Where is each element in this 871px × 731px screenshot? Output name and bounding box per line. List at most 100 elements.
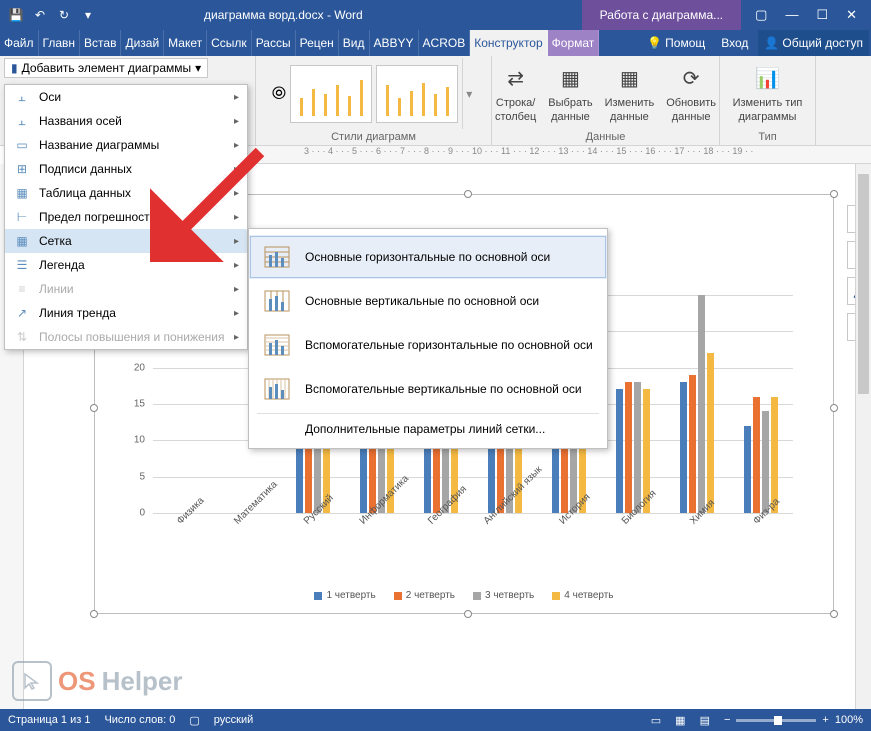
tab-review[interactable]: Рецен xyxy=(296,30,339,56)
chevron-right-icon: ▸ xyxy=(234,116,239,127)
word-count[interactable]: Число слов: 0 xyxy=(104,714,175,726)
undo-icon[interactable]: ↶ xyxy=(32,7,48,23)
close-icon[interactable]: ✕ xyxy=(846,7,857,23)
group-label-data: Данные xyxy=(586,131,626,143)
group-label-type: Тип xyxy=(758,131,776,143)
chart-filters-icon[interactable]: ▼ xyxy=(847,313,855,341)
gridlines-submenu: Основные горизонтальные по основной оси … xyxy=(248,228,608,449)
resize-handle[interactable] xyxy=(464,610,472,618)
zoom-slider[interactable] xyxy=(736,719,816,722)
menu-icon: ⫠ xyxy=(13,113,31,129)
menu-item-4[interactable]: ▦Таблица данных▸ xyxy=(5,181,247,205)
refresh-icon: ⟳ xyxy=(675,63,707,95)
menu-item-1[interactable]: ⫠Названия осей▸ xyxy=(5,109,247,133)
menu-icon: ⫠ xyxy=(13,89,31,105)
zoom-control[interactable]: − + 100% xyxy=(724,714,863,726)
share-icon: 👤 xyxy=(764,36,779,50)
menu-icon: ⇅ xyxy=(13,329,31,345)
tab-constructor[interactable]: Конструктор xyxy=(470,30,547,56)
view-read-icon[interactable]: ▭ xyxy=(651,714,661,727)
title-bar: 💾 ↶ ↻ ▾ диаграмма ворд.docx - Word Работ… xyxy=(0,0,871,30)
sign-in[interactable]: Вход xyxy=(715,36,754,50)
resize-handle[interactable] xyxy=(90,610,98,618)
menu-item-3[interactable]: ⊞Подписи данных▸ xyxy=(5,157,247,181)
chevron-right-icon: ▸ xyxy=(234,212,239,223)
submenu-item[interactable]: Вспомогательные вертикальные по основной… xyxy=(249,367,607,411)
add-chart-element-button[interactable]: ▮ Добавить элемент диаграммы ▾ xyxy=(4,58,208,78)
refresh-data-button[interactable]: ⟳Обновить данные xyxy=(662,61,720,125)
window-controls: ▢ — ☐ ✕ xyxy=(741,7,871,23)
change-chart-type-button[interactable]: 📊Изменить тип диаграммы xyxy=(729,61,807,125)
redo-icon[interactable]: ↻ xyxy=(56,7,72,23)
resize-handle[interactable] xyxy=(830,190,838,198)
tab-design[interactable]: Дизай xyxy=(121,30,164,56)
tab-mailings[interactable]: Рассы xyxy=(252,30,296,56)
contextual-tab-label: Работа с диаграмма... xyxy=(582,0,742,30)
chart-styles-icon[interactable]: 🖌 xyxy=(847,277,855,305)
grid-h-icon xyxy=(263,245,291,269)
tell-me[interactable]: 💡Помощ xyxy=(641,36,711,50)
tab-acrobat[interactable]: ACROB xyxy=(419,30,471,56)
submenu-item[interactable]: Основные вертикальные по основной оси xyxy=(249,279,607,323)
tab-view[interactable]: Вид xyxy=(339,30,370,56)
styles-more-icon[interactable]: ▾ xyxy=(462,58,475,129)
zoom-out-icon[interactable]: − xyxy=(724,714,730,726)
select-data-button[interactable]: ▦Выбрать данные xyxy=(544,61,596,125)
submenu-item[interactable]: Вспомогательные горизонтальные по основн… xyxy=(249,323,607,367)
tab-home[interactable]: Главн xyxy=(39,30,81,56)
chart-style-2[interactable] xyxy=(376,65,458,123)
submenu-more-options[interactable]: Дополнительные параметры линий сетки... xyxy=(249,416,607,442)
menu-icon: ⊞ xyxy=(13,161,31,177)
resize-handle[interactable] xyxy=(830,404,838,412)
view-print-icon[interactable]: ▦ xyxy=(675,714,685,727)
menu-icon: ≡ xyxy=(13,281,31,297)
chart-elements-icon[interactable]: + xyxy=(847,241,855,269)
scroll-thumb[interactable] xyxy=(858,174,869,394)
chevron-right-icon: ▸ xyxy=(234,284,239,295)
bulb-icon: 💡 xyxy=(647,36,662,50)
tab-insert[interactable]: Встав xyxy=(80,30,121,56)
tab-layout[interactable]: Макет xyxy=(164,30,207,56)
menu-item-5[interactable]: ⊢Предел погрешностей▸ xyxy=(5,205,247,229)
chart-style-1[interactable] xyxy=(290,65,372,123)
add-chart-element-menu: ⫠Оси▸⫠Названия осей▸▭Название диаграммы▸… xyxy=(4,84,248,350)
proofing-icon[interactable]: ▢ xyxy=(189,714,199,727)
tab-references[interactable]: Ссылк xyxy=(207,30,252,56)
resize-handle[interactable] xyxy=(90,404,98,412)
chart-icon: ▮ xyxy=(11,61,18,75)
page-indicator[interactable]: Страница 1 из 1 xyxy=(8,714,90,726)
menu-item-0[interactable]: ⫠Оси▸ xyxy=(5,85,247,109)
chevron-right-icon: ▸ xyxy=(234,140,239,151)
menu-item-7[interactable]: ☰Легенда▸ xyxy=(5,253,247,277)
maximize-icon[interactable]: ☐ xyxy=(816,7,828,23)
tab-file[interactable]: Файл xyxy=(0,30,39,56)
tab-abbyy[interactable]: ABBYY xyxy=(370,30,419,56)
save-icon[interactable]: 💾 xyxy=(8,7,24,23)
chart-layout-icon[interactable]: ≡ xyxy=(847,205,855,233)
switch-icon: ⇄ xyxy=(500,63,532,95)
zoom-value[interactable]: 100% xyxy=(835,714,863,726)
switch-row-col-button[interactable]: ⇄Строка/ столбец xyxy=(491,61,540,125)
resize-handle[interactable] xyxy=(830,610,838,618)
tab-format[interactable]: Формат xyxy=(548,30,600,56)
submenu-item[interactable]: Основные горизонтальные по основной оси xyxy=(249,235,607,279)
share-button[interactable]: 👤Общий доступ xyxy=(758,30,869,56)
vertical-scrollbar[interactable] xyxy=(855,164,871,709)
zoom-in-icon[interactable]: + xyxy=(822,714,828,726)
ribbon-tabs: Файл Главн Встав Дизай Макет Ссылк Рассы… xyxy=(0,30,871,56)
minimize-icon[interactable]: — xyxy=(785,7,798,23)
chart-type-icon: 📊 xyxy=(751,63,783,95)
menu-item-2[interactable]: ▭Название диаграммы▸ xyxy=(5,133,247,157)
language-indicator[interactable]: русский xyxy=(214,714,253,726)
menu-item-9[interactable]: ↗Линия тренда▸ xyxy=(5,301,247,325)
qat-dropdown-icon[interactable]: ▾ xyxy=(80,7,96,23)
resize-handle[interactable] xyxy=(464,190,472,198)
menu-item-8: ≡Линии▸ xyxy=(5,277,247,301)
view-web-icon[interactable]: ▤ xyxy=(700,714,710,727)
edit-data-button[interactable]: ▦Изменить данные xyxy=(601,61,659,125)
chart-legend[interactable]: 1 четверть2 четверть3 четверть4 четверть xyxy=(95,590,833,601)
color-palette-icon[interactable]: ⦾ xyxy=(272,83,286,104)
menu-item-6[interactable]: ▦Сетка▸ xyxy=(5,229,247,253)
group-label-styles: Стили диаграмм xyxy=(331,131,416,143)
ribbon-display-icon[interactable]: ▢ xyxy=(755,7,767,23)
